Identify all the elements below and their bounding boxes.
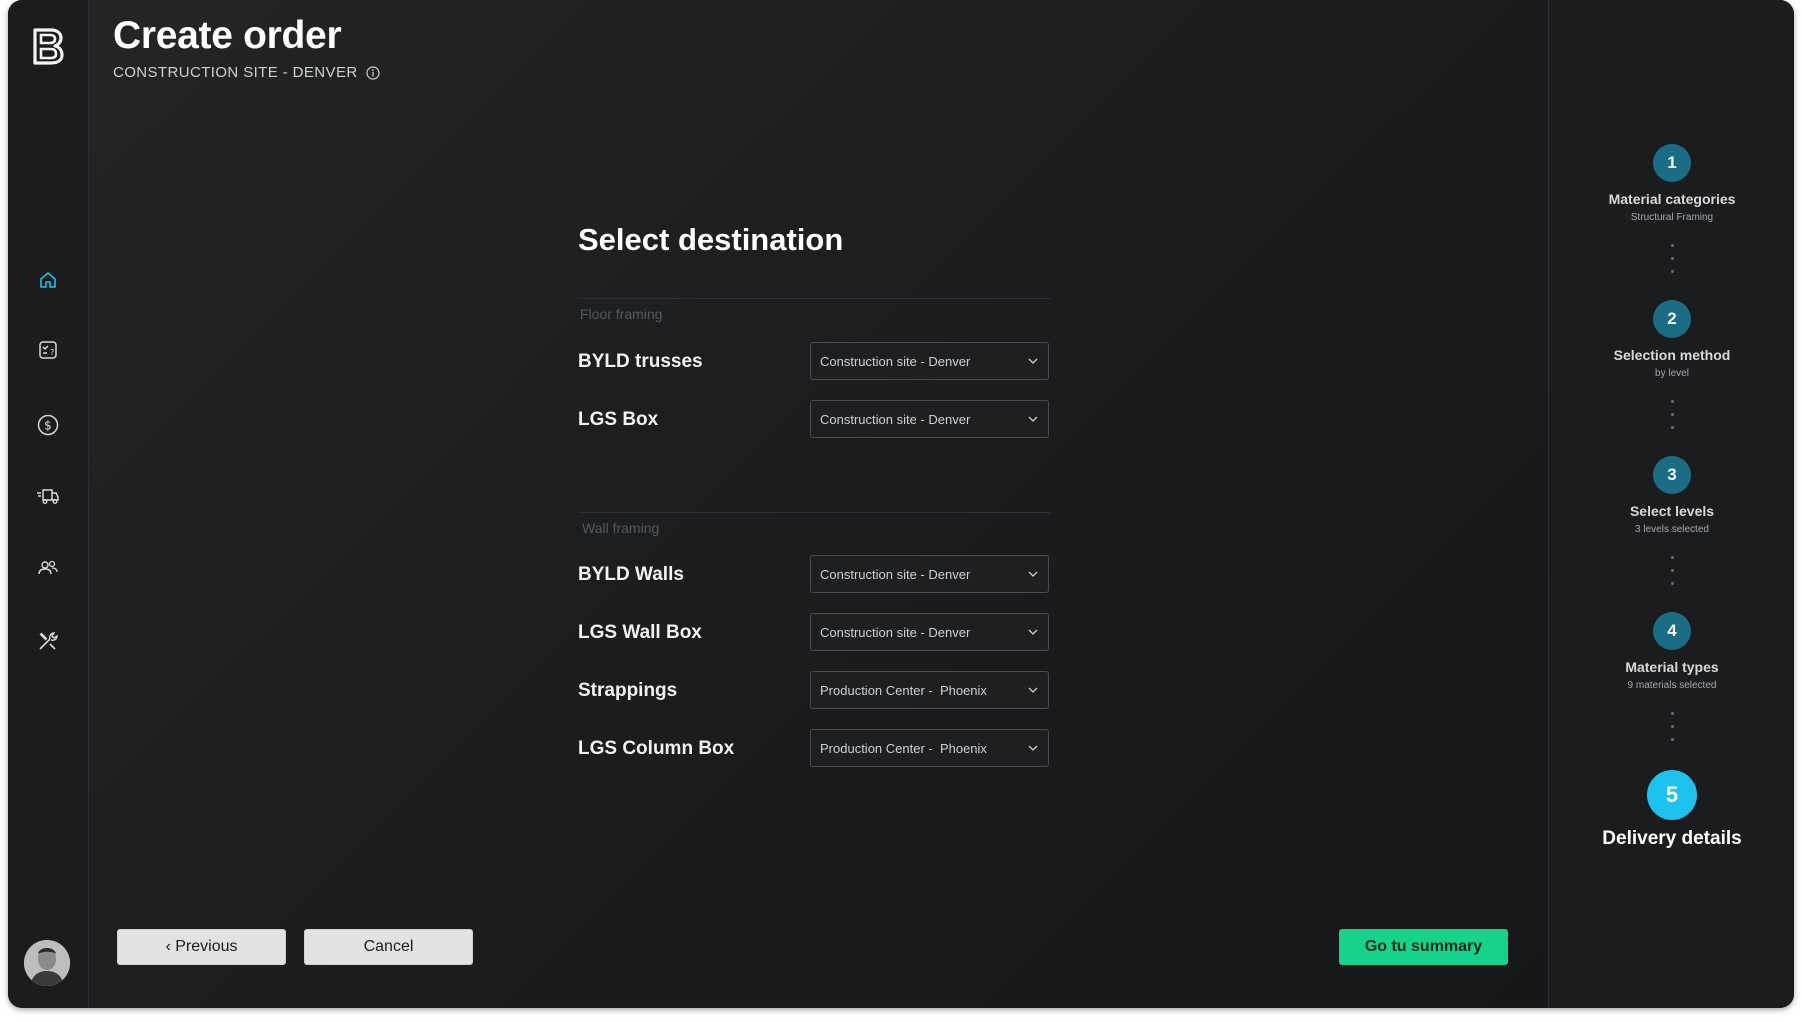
step-title: Delivery details: [1602, 828, 1742, 849]
destination-select-strappings[interactable]: Production Center - Phoenix: [810, 671, 1049, 709]
step-number: 1: [1653, 144, 1691, 182]
section-divider: [578, 298, 1050, 299]
dollar-icon: $: [37, 414, 59, 436]
users-icon: [38, 560, 58, 575]
sidebar-item-tools[interactable]: [32, 625, 64, 657]
cancel-button[interactable]: Cancel: [304, 929, 473, 965]
step-number: 2: [1653, 300, 1691, 338]
step-number: 3: [1653, 456, 1691, 494]
sidebar-item-home[interactable]: [32, 264, 64, 296]
info-icon[interactable]: [365, 65, 380, 80]
step-subtitle: 9 materials selected: [1627, 680, 1717, 691]
step-material-categories[interactable]: 1 Material categories Structural Framing: [1549, 144, 1794, 223]
chevron-down-icon: [1028, 416, 1038, 422]
destination-select-byld-walls[interactable]: Construction site - Denver: [810, 555, 1049, 593]
chevron-down-icon: [1028, 745, 1038, 751]
row-label-strappings: Strappings: [578, 680, 678, 701]
select-value: Construction site - Denver: [820, 411, 971, 427]
chevron-down-icon: [1028, 629, 1038, 635]
chevron-down-icon: [1028, 358, 1038, 364]
destination-select-lgs-box[interactable]: Construction site - Denver: [810, 400, 1049, 438]
step-material-types[interactable]: 4 Material types 9 materials selected: [1549, 612, 1794, 691]
row-label-lgs-wall-box: LGS Wall Box: [578, 622, 702, 643]
row-label-byld-trusses: BYLD trusses: [578, 351, 703, 372]
avatar[interactable]: [24, 940, 70, 986]
step-subtitle: by level: [1655, 368, 1689, 379]
checklist-icon: ?: [39, 341, 57, 359]
home-icon: [40, 272, 56, 288]
step-subtitle: Structural Framing: [1630, 212, 1714, 223]
step-title: Material categories: [1608, 191, 1736, 207]
select-value: Production Center - Phoenix: [820, 682, 987, 698]
row-label-byld-walls: BYLD Walls: [578, 564, 684, 585]
step-title: Selection method: [1613, 347, 1731, 363]
section-label-floor: Floor framing: [580, 306, 663, 322]
step-number: 5: [1647, 770, 1697, 820]
sidebar-item-team[interactable]: [32, 552, 64, 584]
select-value: Construction site - Denver: [820, 624, 971, 640]
destination-select-lgs-wall-box[interactable]: Construction site - Denver: [810, 613, 1049, 651]
app-window: ? $ Create order CONSTRUCTION SITE - DEN…: [8, 0, 1794, 1008]
logo-icon[interactable]: [30, 26, 66, 66]
step-number: 4: [1653, 612, 1691, 650]
site-name: CONSTRUCTION SITE - DENVER: [113, 64, 358, 81]
select-value: Construction site - Denver: [820, 353, 971, 369]
step-selection-method[interactable]: 2 Selection method by level: [1549, 300, 1794, 379]
chevron-down-icon: [1028, 687, 1038, 693]
select-value: Construction site - Denver: [820, 566, 971, 582]
form-title: Select destination: [578, 222, 844, 257]
section-divider: [578, 512, 1050, 513]
destination-select-byld-trusses[interactable]: Construction site - Denver: [810, 342, 1049, 380]
sidebar-item-billing[interactable]: $: [32, 409, 64, 441]
page-subtitle: CONSTRUCTION SITE - DENVER: [113, 64, 380, 81]
step-title: Select levels: [1629, 503, 1715, 519]
chevron-down-icon: [1028, 571, 1038, 577]
go-to-summary-button[interactable]: Go tu summary: [1339, 929, 1508, 965]
delivery-truck-icon: [37, 489, 59, 504]
step-connector: [1671, 712, 1674, 751]
svg-text:?: ?: [50, 348, 54, 357]
svg-text:$: $: [44, 419, 52, 433]
stepper-panel: 1 Material categories Structural Framing…: [1548, 0, 1794, 1008]
step-delivery-details[interactable]: 5 Delivery details: [1549, 770, 1794, 850]
tools-icon: [39, 632, 58, 650]
sidebar-item-orders[interactable]: ?: [32, 334, 64, 366]
row-label-lgs-column-box: LGS Column Box: [578, 738, 735, 759]
sidebar-item-delivery[interactable]: [32, 480, 64, 512]
step-select-levels[interactable]: 3 Select levels 3 levels selected: [1549, 456, 1794, 535]
sidebar: ? $: [8, 0, 89, 1008]
section-label-wall: Wall framing: [582, 520, 660, 536]
step-subtitle: 3 levels selected: [1635, 524, 1709, 535]
step-connector: [1671, 400, 1674, 439]
page-title: Create order: [113, 14, 342, 57]
step-title: Material types: [1625, 659, 1719, 675]
step-connector: [1671, 244, 1674, 283]
destination-select-lgs-column-box[interactable]: Production Center - Phoenix: [810, 729, 1049, 767]
step-connector: [1671, 556, 1674, 595]
row-label-lgs-box: LGS Box: [578, 409, 659, 430]
select-value: Production Center - Phoenix: [820, 740, 987, 756]
previous-button[interactable]: ‹ Previous: [117, 929, 286, 965]
